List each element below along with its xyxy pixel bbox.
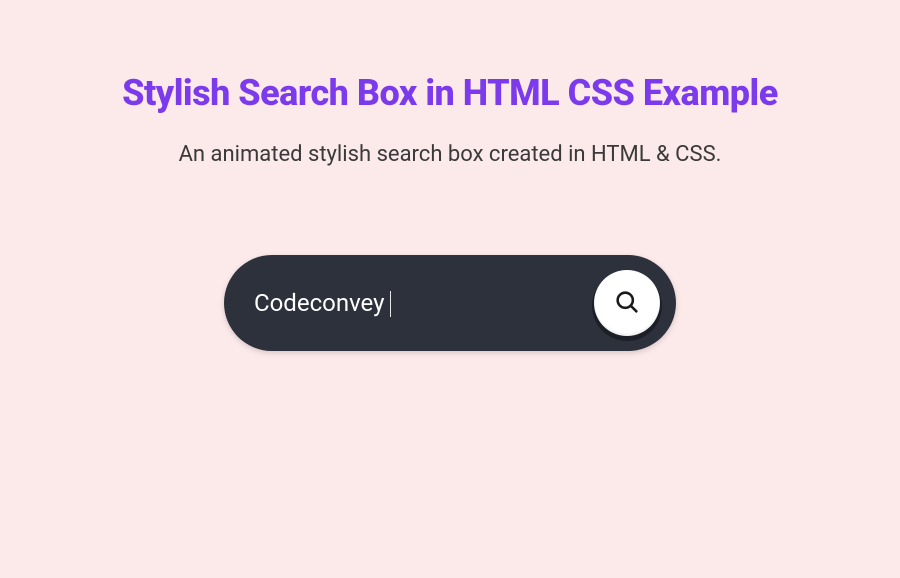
- page-subtitle: An animated stylish search box created i…: [0, 142, 900, 167]
- search-input-value: Codeconvey: [254, 289, 384, 317]
- page-container: Stylish Search Box in HTML CSS Example A…: [0, 0, 900, 351]
- search-box: Codeconvey: [224, 255, 676, 351]
- search-wrapper: Codeconvey: [0, 255, 900, 351]
- page-title: Stylish Search Box in HTML CSS Example: [0, 72, 900, 114]
- text-cursor: [390, 291, 391, 317]
- search-input[interactable]: Codeconvey: [254, 289, 391, 318]
- search-button[interactable]: [594, 270, 660, 336]
- search-icon: [613, 288, 641, 319]
